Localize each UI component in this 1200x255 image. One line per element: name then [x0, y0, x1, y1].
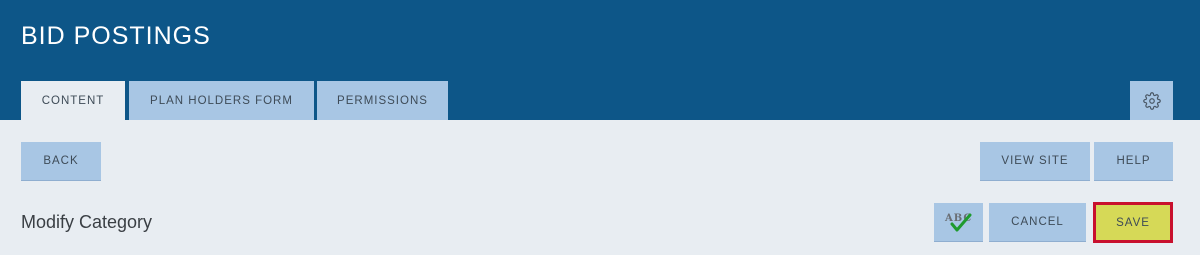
back-button[interactable]: BACK [21, 142, 101, 181]
module-title: BID POSTINGS [21, 22, 211, 50]
tab-permissions[interactable]: PERMISSIONS [317, 81, 448, 120]
page-title: Modify Category [21, 212, 153, 232]
settings-button[interactable] [1130, 81, 1173, 120]
gear-icon [1142, 91, 1161, 110]
help-button[interactable]: HELP [1094, 142, 1173, 181]
save-button[interactable]: SAVE [1093, 202, 1173, 243]
tab-plan-holders-form[interactable]: PLAN HOLDERS FORM [129, 81, 314, 120]
spellcheck-icon: ABC [944, 213, 971, 232]
view-site-button[interactable]: VIEW SITE [980, 142, 1090, 181]
cancel-button[interactable]: CANCEL [989, 203, 1086, 242]
page: BID POSTINGS CONTENT PLAN HOLDERS FORM P… [0, 0, 1200, 255]
tab-content[interactable]: CONTENT [21, 81, 125, 120]
spellcheck-button[interactable]: ABC [934, 203, 983, 242]
header-bar: BID POSTINGS CONTENT PLAN HOLDERS FORM P… [0, 0, 1200, 120]
